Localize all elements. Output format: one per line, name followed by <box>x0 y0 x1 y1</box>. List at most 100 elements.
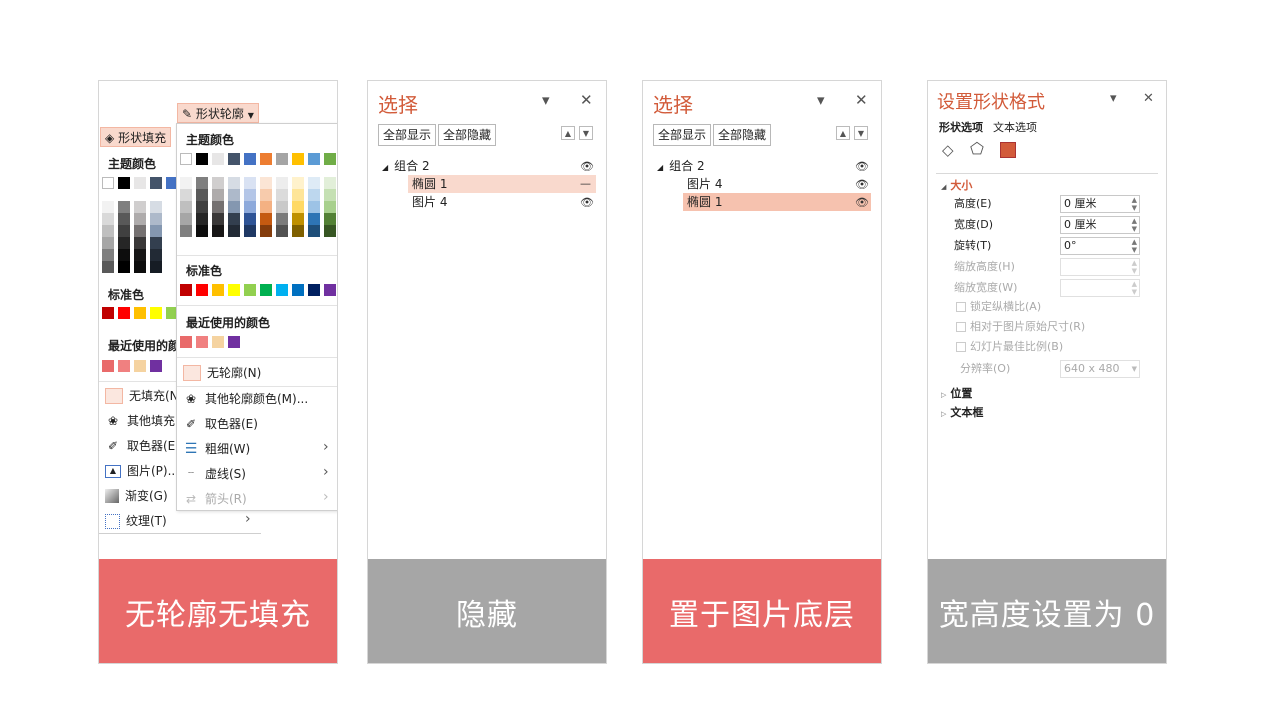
swatch[interactable] <box>308 284 320 296</box>
shape-fill-button[interactable]: ◈ 形状填充 <box>100 127 172 147</box>
swatch[interactable] <box>276 153 288 165</box>
swatch[interactable] <box>180 153 192 165</box>
spinner-icon[interactable]: ▲ ▼ <box>1132 238 1137 254</box>
tab-shape-options[interactable]: 形状选项 <box>939 119 983 135</box>
best-scale-checkbox[interactable] <box>956 342 966 352</box>
swatch[interactable] <box>118 177 130 189</box>
swatch[interactable] <box>244 153 256 165</box>
swatch[interactable] <box>292 284 304 296</box>
hide-all-button[interactable]: 全部隐藏 <box>713 124 772 146</box>
pane-options-icon[interactable]: ▾ <box>542 91 550 109</box>
swatch[interactable] <box>134 307 146 319</box>
rotation-field[interactable]: 0° ▲ ▼ <box>1060 237 1140 255</box>
swatch[interactable] <box>212 284 224 296</box>
spinner-icon[interactable]: ▲ ▼ <box>1132 259 1137 275</box>
height-label: 高度(E) <box>954 197 992 210</box>
bring-forward-icon[interactable]: ▲ <box>836 126 850 140</box>
more-fill-colors-item[interactable]: ❀ 其他填充 <box>105 410 175 432</box>
swatch[interactable] <box>118 360 130 372</box>
swatch[interactable] <box>228 336 240 348</box>
swatch[interactable] <box>180 336 192 348</box>
lock-aspect-checkbox[interactable] <box>956 302 966 312</box>
spinner-icon[interactable]: ▲ ▼ <box>1132 217 1137 233</box>
width-field[interactable]: 0 厘米 ▲ ▼ <box>1060 216 1140 234</box>
swatch[interactable] <box>260 284 272 296</box>
spinner-icon[interactable]: ▲ ▼ <box>1132 196 1137 212</box>
close-icon[interactable]: ✕ <box>580 91 593 109</box>
scale-width-field[interactable]: ▲ ▼ <box>1060 279 1140 297</box>
swatch[interactable] <box>134 177 146 189</box>
swatch[interactable] <box>102 177 114 189</box>
section-size-header[interactable]: ◢ 大小 <box>941 177 972 195</box>
pane-options-icon[interactable]: ▾ <box>817 91 825 109</box>
swatch[interactable] <box>324 284 336 296</box>
section-position-header[interactable]: ▷ 位置 <box>941 385 972 403</box>
swatch[interactable] <box>212 153 224 165</box>
outline-eyedropper-item[interactable]: ✐ 取色器(E) <box>183 413 258 435</box>
tree-group[interactable]: ◢ 组合 2 <box>657 157 705 175</box>
gradient-fill-item[interactable]: 渐变(G) <box>105 485 168 507</box>
swatch[interactable] <box>150 177 162 189</box>
swatch[interactable] <box>228 153 240 165</box>
tree-group[interactable]: ◢ 组合 2 <box>382 157 430 175</box>
swatch[interactable] <box>118 307 130 319</box>
eyedropper-icon: ✐ <box>185 417 197 431</box>
swatch[interactable] <box>324 153 336 165</box>
send-backward-icon[interactable]: ▼ <box>579 126 593 140</box>
no-outline-item[interactable]: 无轮廓(N) <box>183 362 261 384</box>
swatch[interactable] <box>196 336 208 348</box>
swatch[interactable] <box>102 307 114 319</box>
eye-icon[interactable]: 👁 <box>855 178 869 191</box>
close-icon[interactable]: ✕ <box>1143 91 1154 106</box>
swatch[interactable] <box>196 153 208 165</box>
pane-options-icon[interactable]: ▾ <box>1110 91 1117 106</box>
height-field[interactable]: 0 厘米 ▲ ▼ <box>1060 195 1140 213</box>
fill-line-icon[interactable]: ◇ <box>942 141 954 159</box>
relative-original-checkbox[interactable] <box>956 322 966 332</box>
dashes-item[interactable]: ┄ 虚线(S) <box>183 463 246 485</box>
effects-icon[interactable]: ⬠ <box>970 139 984 158</box>
send-backward-icon[interactable]: ▼ <box>854 126 868 140</box>
swatch[interactable] <box>228 284 240 296</box>
arrows-item[interactable]: ⇄ 箭头(R) <box>183 488 247 510</box>
bring-forward-icon[interactable]: ▲ <box>561 126 575 140</box>
swatch[interactable] <box>212 336 224 348</box>
swatch[interactable] <box>308 153 320 165</box>
spinner-icon[interactable]: ▲ ▼ <box>1132 280 1137 296</box>
eye-icon[interactable]: 👁 <box>855 196 869 209</box>
scale-height-field[interactable]: ▲ ▼ <box>1060 258 1140 276</box>
section-textbox-header[interactable]: ▷ 文本框 <box>941 404 983 422</box>
swatch[interactable] <box>150 360 162 372</box>
tree-item[interactable]: 图片 4 <box>687 175 722 193</box>
picture-fill-item[interactable]: ▲ 图片(P)... <box>105 460 179 482</box>
eye-icon[interactable]: 👁 <box>855 160 869 173</box>
show-all-button[interactable]: 全部显示 <box>378 124 437 146</box>
swatch[interactable] <box>260 153 272 165</box>
resolution-select[interactable]: 640 x 480 ▼ <box>1060 360 1140 378</box>
swatch[interactable] <box>180 284 192 296</box>
tree-item-selected[interactable]: 椭圆 1 <box>408 175 596 193</box>
swatch[interactable] <box>150 307 162 319</box>
tab-text-options[interactable]: 文本选项 <box>993 119 1037 135</box>
swatch[interactable] <box>102 360 114 372</box>
size-properties-icon[interactable] <box>1000 142 1016 158</box>
no-fill-item[interactable]: 无填充(N <box>105 385 179 407</box>
eye-icon[interactable]: 👁 <box>580 160 594 173</box>
swatch[interactable] <box>244 284 256 296</box>
swatch[interactable] <box>276 284 288 296</box>
swatch[interactable] <box>292 153 304 165</box>
weight-item[interactable]: ☰ 粗细(W) <box>183 438 251 460</box>
swatch[interactable] <box>134 360 146 372</box>
tree-item[interactable]: 图片 4 <box>412 193 447 211</box>
show-all-button[interactable]: 全部显示 <box>653 124 712 146</box>
tree-item-selected[interactable]: 椭圆 1 <box>683 193 871 211</box>
swatch[interactable] <box>196 284 208 296</box>
texture-fill-item[interactable]: 纹理(T) <box>105 510 167 532</box>
shape-outline-button[interactable]: ✎ 形状轮廓 ▼ <box>177 103 259 123</box>
hidden-dash-icon[interactable]: — <box>580 177 591 190</box>
eye-icon[interactable]: 👁 <box>580 196 594 209</box>
fill-eyedropper-item[interactable]: ✐ 取色器(E <box>105 435 175 457</box>
more-outline-colors-item[interactable]: ❀ 其他轮廓颜色(M)... <box>183 388 308 410</box>
hide-all-button[interactable]: 全部隐藏 <box>438 124 497 146</box>
close-icon[interactable]: ✕ <box>855 91 868 109</box>
